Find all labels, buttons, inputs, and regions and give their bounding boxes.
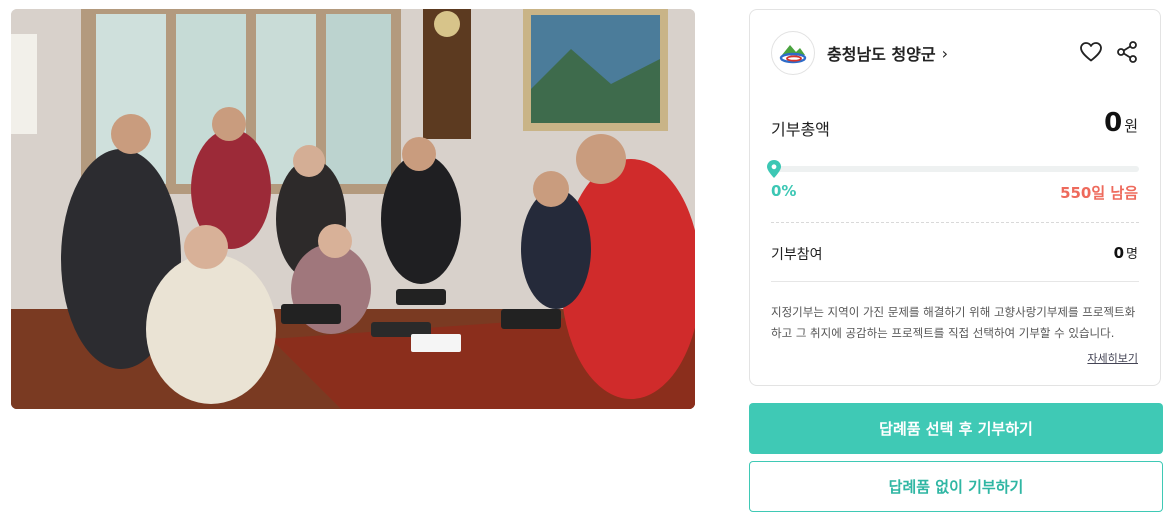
organization-link[interactable]: 충청남도 청양군 › — [771, 31, 948, 75]
participants-unit: 명 — [1126, 247, 1138, 262]
cheongyang-logo — [771, 31, 815, 75]
divider — [771, 281, 1139, 282]
progress-pin-icon — [767, 160, 781, 182]
donate-with-gift-button[interactable]: 답례품 선택 후 기부하기 — [749, 403, 1163, 454]
progress-percent: 0% — [771, 182, 797, 200]
participants-value: 0 명 — [1114, 243, 1138, 262]
total-amount: 0 — [1104, 108, 1123, 138]
total-donation-value: 0 원 — [1104, 108, 1138, 138]
divider — [771, 222, 1139, 223]
days-remaining: 550일 남음 — [1060, 184, 1138, 202]
participants-label: 기부참여 — [771, 247, 823, 263]
total-unit: 원 — [1124, 117, 1138, 135]
chevron-right-icon[interactable]: › — [942, 44, 948, 63]
project-photo-illustration — [11, 9, 695, 409]
designated-donation-description: 지정기부는 지역이 가진 문제를 해결하기 위해 고향사랑기부제를 프로젝트화 … — [771, 305, 1136, 340]
project-photo — [11, 9, 695, 409]
participants-count: 0 — [1113, 244, 1125, 262]
organization-name[interactable]: 충청남도 청양군 — [827, 41, 936, 65]
progress-bar — [771, 166, 1139, 172]
learn-more-link[interactable]: 자세히보기 — [1087, 350, 1138, 366]
total-donation-label: 기부총액 — [771, 120, 830, 139]
share-icon[interactable] — [1115, 40, 1139, 64]
donate-without-gift-button[interactable]: 답례품 없이 기부하기 — [749, 461, 1163, 512]
donation-summary-card: 충청남도 청양군 › 기부총액 0 원 0% 550일 남음 기부참여 0 명 … — [749, 9, 1161, 386]
heart-icon[interactable] — [1079, 40, 1103, 64]
